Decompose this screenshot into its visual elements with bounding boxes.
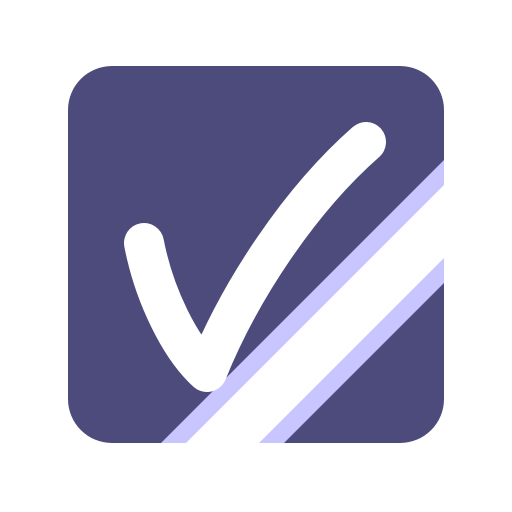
icon-canvas — [0, 0, 512, 512]
checkbox-checked-icon — [68, 66, 444, 443]
